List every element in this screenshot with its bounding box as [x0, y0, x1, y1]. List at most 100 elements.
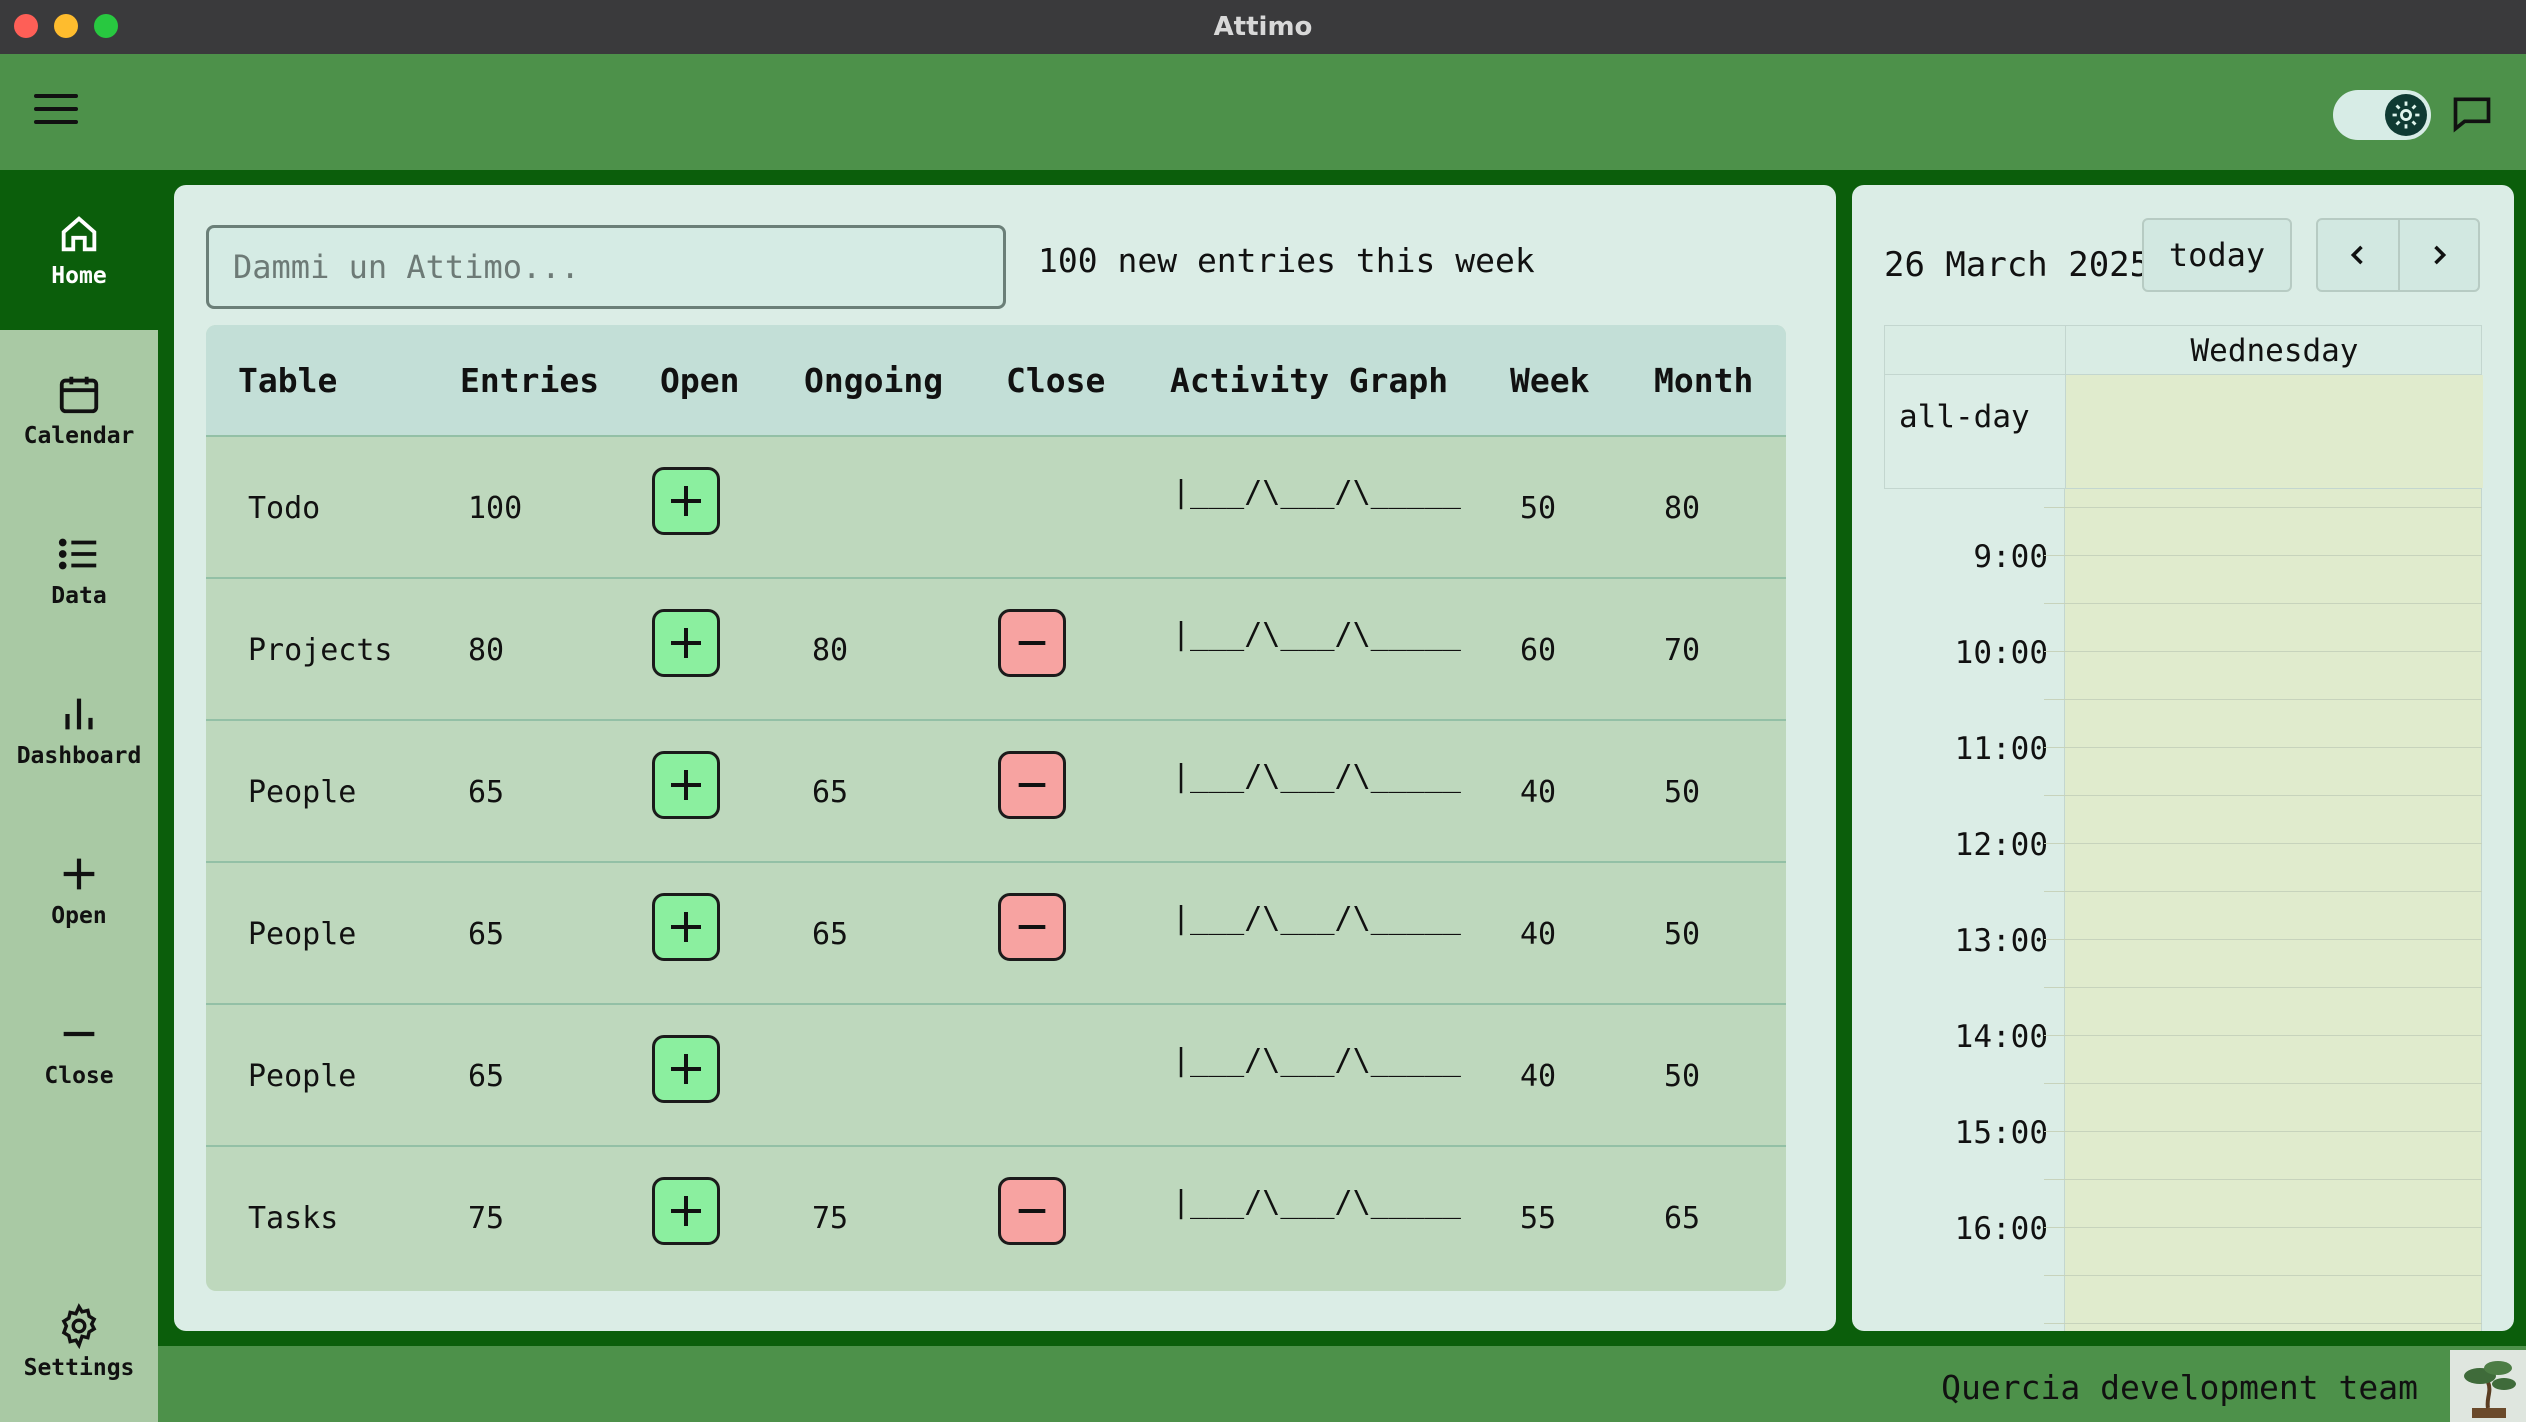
calendar-icon: [59, 376, 99, 414]
top-bar: [0, 54, 2526, 170]
app-window: Attimo Home Calendar Data Dashboard Open…: [0, 0, 2526, 1422]
plus-icon: [671, 1196, 701, 1226]
title-bar: Attimo: [0, 0, 2526, 54]
calendar-nav: [2316, 218, 2480, 292]
table-header: Table Entries Open Ongoing Close Activit…: [206, 325, 1786, 437]
open-entry-button[interactable]: [652, 751, 720, 819]
close-entry-button[interactable]: [998, 1177, 1066, 1245]
activity-graph: |___/\___/\_____: [1172, 901, 1461, 936]
all-day-slot[interactable]: [2065, 375, 2483, 488]
day-column[interactable]: [2064, 489, 2482, 1331]
search-input[interactable]: [206, 225, 1006, 309]
list-icon: [58, 538, 97, 570]
gear-icon: [61, 1303, 97, 1349]
sidebar-item-calendar[interactable]: Calendar: [0, 330, 158, 490]
plus-icon: [671, 770, 701, 800]
row-week: 50: [1520, 491, 1557, 526]
activity-graph: |___/\___/\_____: [1172, 759, 1461, 794]
close-window-button[interactable]: [14, 14, 38, 38]
next-day-button[interactable]: [2398, 220, 2478, 290]
row-month: 50: [1664, 1059, 1701, 1094]
zoom-window-button[interactable]: [94, 14, 118, 38]
time-slot-line: [2044, 603, 2482, 604]
table-row[interactable]: People 65 |___/\___/\_____ 40 50: [206, 1005, 1786, 1147]
time-slot-line: [2044, 1083, 2482, 1084]
day-name: Wednesday: [2065, 326, 2483, 376]
row-week: 40: [1520, 917, 1557, 952]
row-week: 40: [1520, 775, 1557, 810]
row-entries: 80: [468, 633, 505, 668]
sidebar-item-open[interactable]: Open: [0, 810, 158, 970]
open-entry-button[interactable]: [652, 467, 720, 535]
table-row[interactable]: People 65 65 |___/\___/\_____ 40 50: [206, 863, 1786, 1005]
calendar-panel: 26 March 2025 today Wednesday all-day 9:…: [1852, 185, 2514, 1331]
row-entries: 65: [468, 917, 505, 952]
open-entry-button[interactable]: [652, 609, 720, 677]
window-title: Attimo: [1213, 12, 1313, 42]
minimize-window-button[interactable]: [54, 14, 78, 38]
sidebar-item-home[interactable]: Home: [0, 170, 158, 330]
menu-icon[interactable]: [34, 94, 78, 128]
sidebar-item-close[interactable]: Close: [0, 970, 158, 1130]
plus-icon: [671, 912, 701, 942]
sidebar-item-label: Dashboard: [16, 743, 142, 769]
tables-overview: Table Entries Open Ongoing Close Activit…: [206, 325, 1786, 1291]
hour-label: 9:00: [1973, 539, 2048, 575]
row-ongoing: 75: [812, 1201, 849, 1236]
plus-icon: [671, 1054, 701, 1084]
plus-icon: [671, 486, 701, 516]
open-entry-button[interactable]: [652, 893, 720, 961]
bar-chart-icon: [65, 698, 93, 730]
table-row[interactable]: Todo 100 |___/\___/\_____ 50 80: [206, 437, 1786, 579]
time-slot-line: [2044, 651, 2482, 652]
row-table-name: People: [248, 1059, 357, 1094]
close-entry-button[interactable]: [998, 609, 1066, 677]
column-header-entries[interactable]: Entries: [460, 361, 599, 400]
row-table-name: Todo: [248, 491, 321, 526]
theme-toggle[interactable]: [2333, 90, 2431, 140]
all-day-row: all-day: [1884, 375, 2483, 489]
close-entry-button[interactable]: [998, 751, 1066, 819]
column-header-week[interactable]: Week: [1510, 361, 1589, 400]
hour-label: 10:00: [1954, 635, 2048, 671]
open-entry-button[interactable]: [652, 1177, 720, 1245]
column-header-activity-graph[interactable]: Activity Graph: [1170, 361, 1448, 400]
open-entry-button[interactable]: [652, 1035, 720, 1103]
prev-day-button[interactable]: [2318, 220, 2398, 290]
minus-icon: [1018, 1209, 1046, 1213]
table-row[interactable]: Tasks 75 75 |___/\___/\_____ 55 65: [206, 1147, 1786, 1289]
table-row[interactable]: Projects 80 80 |___/\___/\_____ 60 70: [206, 579, 1786, 721]
sidebar-item-dashboard[interactable]: Dashboard: [0, 650, 158, 810]
row-month: 50: [1664, 775, 1701, 810]
day-header: Wednesday: [1884, 325, 2483, 376]
sidebar-item-label: Settings: [23, 1355, 135, 1381]
minus-icon: [1018, 641, 1046, 645]
hour-label: 16:00: [1954, 1211, 2048, 1247]
time-grid: 9:00 10:00 11:00 12:00 13:00 14:00 15:00…: [1884, 489, 2482, 1331]
sidebar-item-settings[interactable]: Settings: [0, 1262, 158, 1422]
window-controls: [14, 14, 118, 38]
activity-graph: |___/\___/\_____: [1172, 1043, 1461, 1078]
row-month: 80: [1664, 491, 1701, 526]
column-header-close[interactable]: Close: [1006, 361, 1105, 400]
row-entries: 65: [468, 1059, 505, 1094]
hour-label: 12:00: [1954, 827, 2048, 863]
column-header-open[interactable]: Open: [660, 361, 739, 400]
column-header-ongoing[interactable]: Ongoing: [804, 361, 943, 400]
table-row[interactable]: People 65 65 |___/\___/\_____ 40 50: [206, 721, 1786, 863]
time-slot-line: [2044, 555, 2482, 556]
chat-icon[interactable]: [2450, 92, 2494, 136]
plus-icon: [63, 858, 95, 890]
sidebar-item-label: Open: [51, 903, 107, 929]
hour-label: 13:00: [1954, 923, 2048, 959]
row-table-name: Projects: [248, 633, 393, 668]
sidebar-item-label: Data: [51, 583, 107, 609]
time-slot-line: [2044, 1035, 2482, 1036]
column-header-month[interactable]: Month: [1654, 361, 1753, 400]
today-button[interactable]: today: [2142, 218, 2292, 292]
close-entry-button[interactable]: [998, 893, 1066, 961]
footer-bar: Quercia development team: [158, 1346, 2526, 1422]
sidebar-item-data[interactable]: Data: [0, 490, 158, 650]
row-month: 50: [1664, 917, 1701, 952]
column-header-table[interactable]: Table: [238, 361, 337, 400]
